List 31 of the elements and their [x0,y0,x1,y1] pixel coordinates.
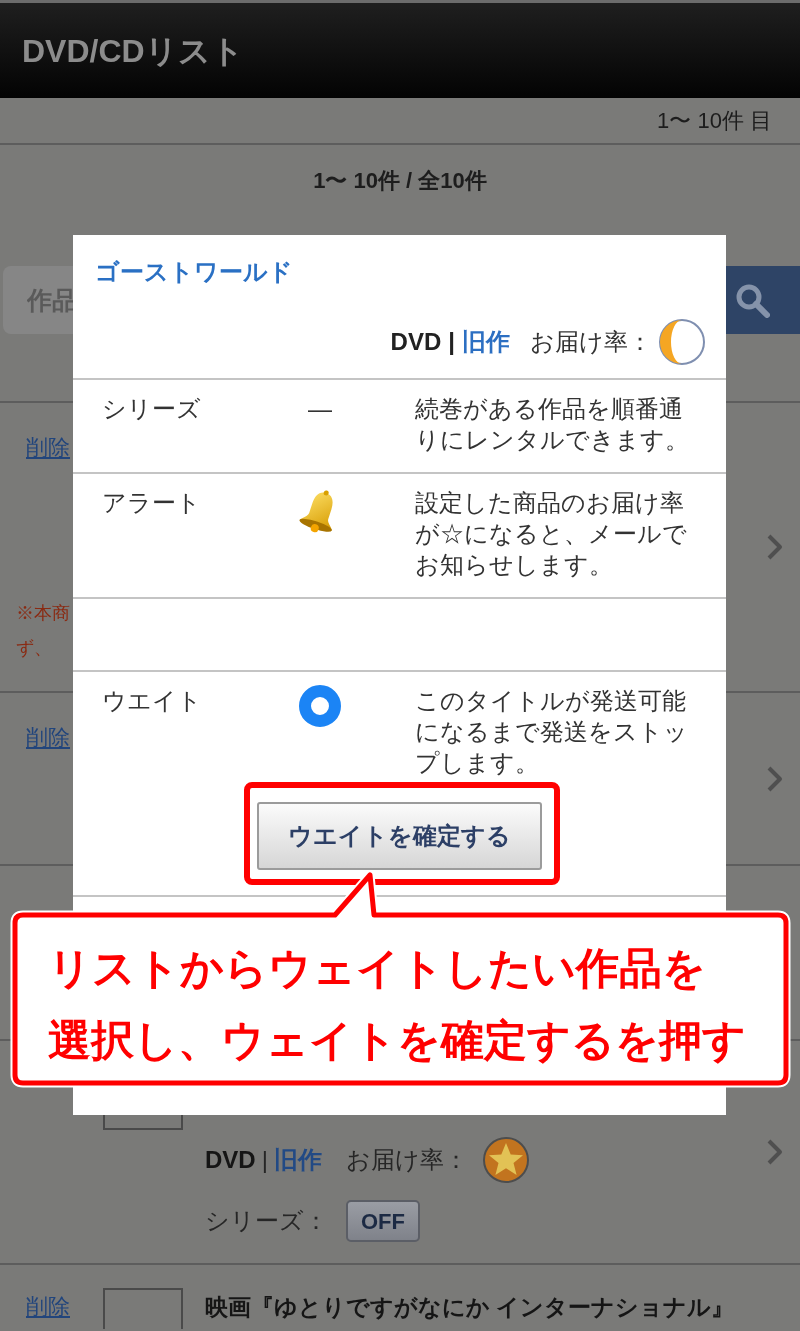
delivery-label: お届け率： [530,327,652,357]
option-label: アラート [102,488,201,518]
page-title: DVD/CDリスト [22,31,244,71]
toggle-button[interactable]: OFF [346,1200,420,1242]
option-value: — [308,394,332,424]
format-label: DVD [390,327,442,357]
series-label: シリーズ： [205,1206,328,1236]
option-label: シリーズ [102,394,201,424]
result-range: 1〜 10件 目 [657,108,772,133]
half-moon-icon [658,318,706,366]
search-icon [735,282,770,318]
option-description: 続巻がある作品を順番通りにレンタルできます。 [415,394,690,455]
format-label: DVD [205,1145,256,1175]
category-label: 旧作 [462,327,510,357]
separator-text: | [261,1145,268,1175]
modal-title: ゴーストワールド [95,257,293,287]
delete-link[interactable]: 削除 [26,1294,70,1319]
option-description: このタイトルが発送可能になるまで発送をストップします。 [415,686,689,778]
separator-text: | [448,327,455,357]
result-summary: 1〜 10件 / 全10件 [313,168,487,193]
option-description: 設定した商品のお届け率が☆になると、メールでお知らせします。 [415,488,688,580]
delete-link[interactable]: 削除 [26,725,70,750]
warning-note: ※本商 ず、 [16,602,70,660]
option-label: ウエイト [102,686,202,716]
callout-text: リストからウェイトしたい作品を 選択し、ウェイトを確定するを押す [48,943,746,1066]
radio-button[interactable] [299,685,341,727]
delete-link[interactable]: 削除 [26,435,70,461]
delivery-label: お届け率： [345,1145,468,1175]
confirm-button[interactable]: ウエイトを確定する [257,802,542,870]
category-label: 旧作 [273,1145,322,1175]
item-title: 映画『ゆとりですがなにか インターナショナル』 [205,1294,735,1320]
